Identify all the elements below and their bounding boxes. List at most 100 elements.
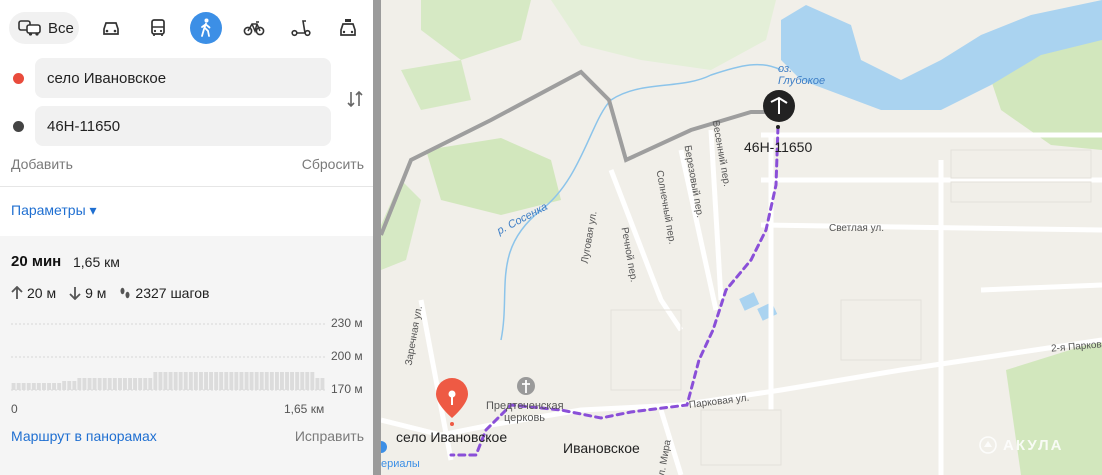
finish-pin-icon[interactable] xyxy=(763,90,795,129)
lake-label-2: Глубокое xyxy=(778,75,826,87)
mode-all-button[interactable]: Все xyxy=(9,12,79,44)
mode-all-label: Все xyxy=(48,19,74,37)
to-field[interactable]: 46Н-11650 xyxy=(35,106,331,146)
elevation-bar xyxy=(148,378,153,390)
map-edge-marker xyxy=(381,441,387,453)
mode-bicycle-button[interactable] xyxy=(238,12,270,44)
elevation-bar xyxy=(310,372,315,390)
elevation-bar xyxy=(188,372,193,390)
route-summary[interactable]: 20 мин 1,65 км 20 м 9 м 2327 шагов 230 м… xyxy=(0,236,374,475)
arrow-up-icon xyxy=(11,286,23,299)
route-distance: 1,65 км xyxy=(73,254,120,270)
elevation-bar xyxy=(214,372,219,390)
elevation-bar xyxy=(193,372,198,390)
fix-link[interactable]: Исправить xyxy=(295,428,364,444)
elevation-bar xyxy=(158,372,163,390)
elevation-bar xyxy=(244,372,249,390)
lake-label-1: оз. xyxy=(778,63,793,75)
elevation-bar xyxy=(224,372,229,390)
forest-area xyxy=(421,0,531,60)
elevation-bar xyxy=(219,372,224,390)
elevation-bar xyxy=(209,372,213,390)
elevation-bar xyxy=(138,378,143,390)
from-field[interactable]: село Ивановское xyxy=(35,58,331,98)
ascent-value: 20 м xyxy=(27,285,57,301)
elevation-bar xyxy=(315,378,320,390)
route-actions: Добавить Сбросить xyxy=(11,156,364,172)
mode-pedestrian-button[interactable] xyxy=(190,12,222,44)
swap-icon[interactable] xyxy=(345,89,365,109)
mode-bus-button[interactable] xyxy=(142,12,174,44)
pond xyxy=(757,302,778,321)
elevation-bar xyxy=(295,372,300,390)
elevation-bar xyxy=(285,372,289,390)
pond xyxy=(739,292,760,311)
elevation-bar xyxy=(107,378,112,390)
end-label: 46Н-11650 xyxy=(744,139,813,155)
elevation-bar xyxy=(168,372,173,390)
elevation-bar xyxy=(234,372,239,390)
elevation-bar xyxy=(92,378,97,390)
elevation-bar xyxy=(178,372,183,390)
elevation-bar xyxy=(320,378,325,390)
y-tick: 170 м xyxy=(331,382,363,396)
elevation-bar xyxy=(31,383,36,390)
elevation-bar xyxy=(77,378,82,390)
shark-logo-icon xyxy=(979,436,997,454)
params-dropdown[interactable]: Параметры ▾ xyxy=(11,202,97,219)
elevation-bar xyxy=(143,378,148,390)
forest-area xyxy=(551,0,776,70)
route-panel: Все село Ивановское 46Н-11650 Добавить С… xyxy=(0,0,374,475)
elevation-bar xyxy=(42,383,46,390)
elevation-bar xyxy=(133,378,137,390)
elevation-bar xyxy=(183,372,188,390)
watermark: АКУЛА xyxy=(979,436,1063,454)
elevation-bar xyxy=(52,383,56,390)
edge-label: ериалы xyxy=(381,458,420,470)
elevation-bar xyxy=(57,383,62,390)
elevation-bar xyxy=(290,372,294,390)
elevation-bar xyxy=(123,378,127,390)
from-value: село Ивановское xyxy=(47,69,167,87)
to-dot-icon xyxy=(13,121,24,132)
transport-modes: Все xyxy=(9,12,364,44)
elevation-bar xyxy=(118,378,122,390)
descent-value: 9 м xyxy=(85,285,107,301)
elevation-bar xyxy=(254,372,259,390)
car-icon xyxy=(103,22,119,35)
elevation-bar xyxy=(72,381,77,390)
map-view[interactable]: оз. Глубокое р. Сосенка 46Н-11650 село И… xyxy=(381,0,1102,475)
elevation-bar xyxy=(204,372,208,390)
elevation-bar xyxy=(21,383,26,390)
steps-value: 2327 шагов xyxy=(135,285,210,301)
elevation-chart xyxy=(11,323,325,391)
elevation-bar xyxy=(249,372,254,390)
mode-car-button[interactable] xyxy=(95,12,127,44)
panel-scrollbar[interactable] xyxy=(373,0,381,475)
elevation-bar xyxy=(62,381,67,390)
elevation-bar xyxy=(67,381,72,390)
street-svetlaya: Светлая ул. xyxy=(829,223,884,234)
church-label-1: Предтеченская xyxy=(486,400,564,412)
elevation-bar xyxy=(269,372,274,390)
mode-scooter-button[interactable] xyxy=(285,12,317,44)
panorama-link[interactable]: Маршрут в панорамах xyxy=(11,428,157,444)
elevation-bar xyxy=(305,372,310,390)
route-time: 20 мин xyxy=(11,253,62,270)
add-point-link[interactable]: Добавить xyxy=(11,156,73,172)
elevation-bar xyxy=(87,378,92,390)
y-tick: 200 м xyxy=(331,349,363,363)
all-transport-icon xyxy=(18,20,41,36)
elevation-bar xyxy=(112,378,117,390)
mode-taxi-button[interactable] xyxy=(332,12,364,44)
footsteps-icon xyxy=(120,287,130,299)
y-tick: 230 м xyxy=(331,316,363,330)
elevation-bar xyxy=(280,372,284,390)
elevation-bar xyxy=(47,383,51,390)
elevation-bar xyxy=(264,372,269,390)
elevation-bar xyxy=(26,383,31,390)
forest-area xyxy=(401,60,471,110)
elevation-bar xyxy=(16,383,21,390)
reset-link[interactable]: Сбросить xyxy=(302,156,364,172)
elevation-bar xyxy=(259,372,264,390)
